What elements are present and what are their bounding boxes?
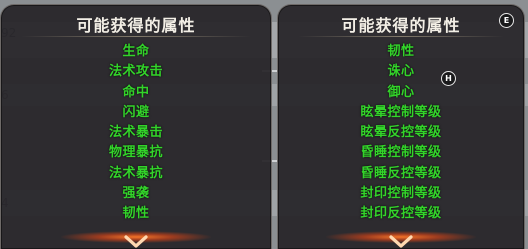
chevron-down-icon[interactable] (123, 235, 149, 249)
attribute-item: 物理暴抗 (108, 145, 163, 161)
attribute-item: 生命 (122, 44, 150, 59)
attribute-item: 封印反控等级 (360, 206, 442, 222)
attribute-item: 封印控制等级 (360, 186, 442, 202)
attribute-item: 诛心 (387, 64, 415, 80)
attribute-list: 生命 法术攻击 命中 闪避 法术暴击 物理暴抗 法术暴抗 强袭 韧性 (1, 42, 271, 225)
panel-title: 可能获得的属性 (76, 16, 196, 35)
attribute-list: 韧性 诛心 御心 眩晕控制等级 眩晕反控等级 昏睡控制等级 昏睡反控等级 封印控… (278, 42, 524, 225)
attribute-item: 命中 (122, 84, 150, 100)
attribute-item: 眩晕控制等级 (360, 104, 442, 120)
attribute-item: 韧性 (387, 44, 415, 59)
attributes-panel-right: 可能获得的属性 E H 韧性 诛心 御心 眩晕控制等级 眩晕反控等级 昏睡控制等… (277, 4, 525, 249)
attribute-item: 昏睡控制等级 (360, 145, 442, 161)
attributes-panel-left: 可能获得的属性 生命 法术攻击 命中 闪避 法术暴击 物理暴抗 法术暴抗 强袭 … (0, 4, 272, 249)
attribute-item: 强袭 (122, 186, 150, 202)
attribute-item: 御心 (387, 84, 415, 100)
attribute-item: 眩晕反控等级 (360, 125, 442, 141)
attribute-item: 昏睡反控等级 (360, 165, 442, 181)
panel-title: 可能获得的属性 (341, 16, 461, 35)
chevron-down-icon[interactable] (388, 235, 414, 249)
title-divider (21, 36, 251, 37)
attribute-item: 韧性 (122, 206, 150, 222)
attribute-item: 法术暴抗 (108, 165, 163, 181)
title-divider (298, 36, 504, 37)
attribute-item: 法术攻击 (108, 64, 163, 80)
corner-badge-icon[interactable]: E (499, 13, 514, 28)
attribute-item: 法术暴击 (108, 125, 163, 141)
attribute-item: 闪避 (122, 104, 150, 120)
